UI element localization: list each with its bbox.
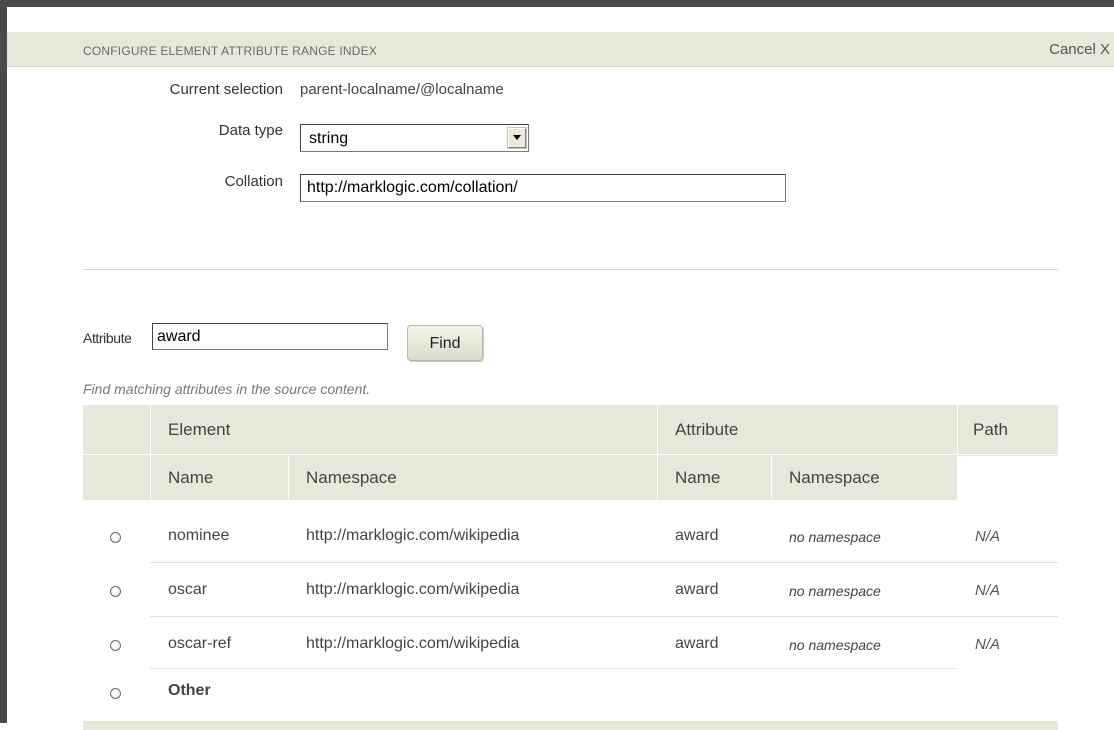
row-element-namespace: http://marklogic.com/wikipedia [306,635,520,652]
path-header-bottom [957,455,1058,456]
dropdown-arrow-icon[interactable] [507,127,527,149]
current-selection-value: parent-localname/@localname [300,81,504,98]
collation-input[interactable] [300,174,786,202]
data-type-label: Data type [218,122,283,139]
header-attribute-namespace: Namespace [789,468,880,487]
search-hint: Find matching attributes in the source c… [83,381,371,397]
row-element-name: oscar-ref [168,635,232,652]
row-path: N/A [975,528,1001,545]
col-separator [150,405,151,500]
row-attribute-namespace: no namespace [789,529,881,545]
window-border-left [0,0,7,723]
header-attribute: Attribute [675,420,739,439]
table-footer-band [83,721,1058,730]
row-path: N/A [975,636,1001,653]
cancel-button[interactable]: Cancel X [1049,41,1110,58]
row-divider [150,562,1058,563]
header-element: Element [168,420,231,439]
other-label: Other [168,682,211,699]
header-attribute-name: Name [675,468,721,487]
find-button[interactable]: Find [407,325,483,361]
dialog-title: CONFIGURE ELEMENT ATTRIBUTE RANGE INDEX [83,44,378,58]
header-element-namespace: Namespace [306,468,397,487]
row-element-namespace: http://marklogic.com/wikipedia [306,581,520,598]
row-element-name: oscar [168,581,208,598]
row-attribute-name: award [675,527,719,544]
col-separator [657,405,658,500]
attribute-label: Attribute [83,330,132,346]
section-divider [83,269,1058,270]
row-attribute-namespace: no namespace [789,583,881,599]
header-element-name: Name [168,468,214,487]
col-separator [288,455,289,500]
data-type-select[interactable]: string [300,124,529,152]
dialog-titlebar: CONFIGURE ELEMENT ATTRIBUTE RANGE INDEX … [7,32,1114,67]
row-path: N/A [975,582,1001,599]
dialog-panel: CONFIGURE ELEMENT ATTRIBUTE RANGE INDEX … [7,7,1114,730]
row-divider [150,616,1058,617]
row-element-namespace: http://marklogic.com/wikipedia [306,527,520,544]
data-type-selected-value: string [309,130,349,147]
current-selection-label: Current selection [169,81,283,98]
row-radio-button[interactable] [110,532,121,543]
header-row-separator [83,454,957,455]
row-attribute-name: award [675,581,719,598]
header-path: Path [973,420,1008,439]
window-border-top [0,0,1114,7]
row-divider [150,668,957,669]
collation-label: Collation [224,173,283,190]
row-attribute-name: award [675,635,719,652]
other-radio-button[interactable] [110,688,121,699]
row-attribute-namespace: no namespace [789,637,881,653]
col-separator [957,405,958,455]
attribute-search-input[interactable] [152,323,388,350]
row-radio-button[interactable] [110,640,121,651]
row-element-name: nominee [168,527,230,544]
col-separator [771,455,772,500]
row-radio-button[interactable] [110,586,121,597]
